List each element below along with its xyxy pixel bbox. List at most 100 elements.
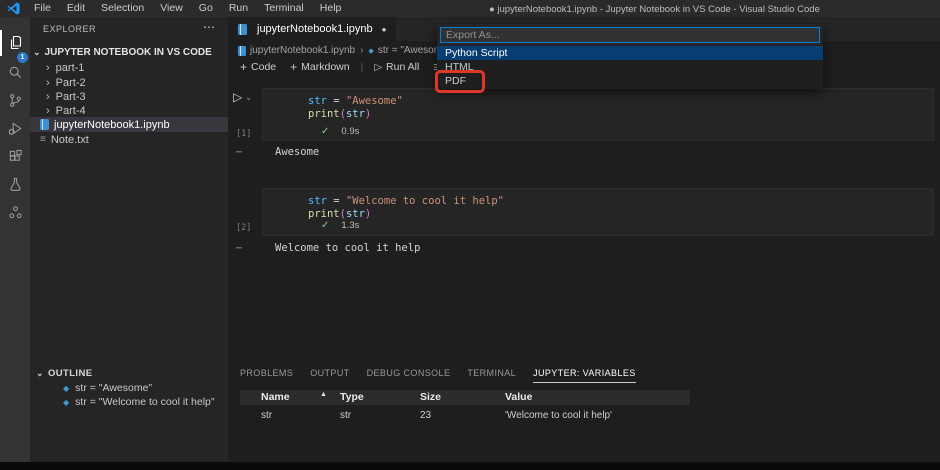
run-cell-button[interactable]: ▷ ⌄ [233, 90, 252, 104]
menu-help[interactable]: Help [312, 0, 350, 17]
sidebar-item-part-4[interactable]: › Part-4 [30, 103, 228, 118]
cell-duration: 1.3s [341, 220, 360, 231]
cell-status: ✓ 1.3s [321, 220, 359, 231]
outline-section-header[interactable]: ⌄ OUTLINE [36, 368, 92, 379]
column-name[interactable]: Name [261, 391, 290, 403]
code-line: print(str) [308, 208, 372, 220]
cell-output: ⋯ Welcome to cool it help [228, 242, 420, 254]
folder-label: Part-4 [55, 104, 86, 117]
symbol-variable-icon: ◆ [63, 383, 70, 393]
cell-duration: 0.9s [341, 126, 360, 137]
column-type[interactable]: Type [340, 391, 364, 403]
window-title: ● jupyterNotebook1.ipynb - Jupyter Noteb… [489, 4, 820, 15]
column-size[interactable]: Size [420, 391, 441, 403]
sidebar-item-note-txt[interactable]: ≡ Note.txt [30, 132, 228, 147]
option-python-script[interactable]: Python Script [437, 46, 823, 60]
menu-view[interactable]: View [152, 0, 191, 17]
code-line: str = "Awesome" [308, 95, 403, 107]
folder-label: part-1 [55, 61, 85, 74]
output-text: Welcome to cool it help [275, 242, 421, 254]
symbol-variable-icon: ◆ [368, 47, 374, 55]
explorer-badge: 1 [17, 52, 28, 63]
chevron-down-icon: ⌄ [245, 92, 252, 102]
output-more-icon[interactable]: ⋯ [236, 147, 243, 158]
add-markdown-cell-button[interactable]: + Markdown [283, 60, 356, 74]
outline-item-awesome[interactable]: ◆ str = "Awesome" [63, 381, 152, 395]
menu-edit[interactable]: Edit [59, 0, 93, 17]
code-line: print(str) [308, 108, 372, 120]
code-cell-1[interactable]: str = "Awesome" print(str) [262, 88, 934, 141]
menu-file[interactable]: File [26, 0, 59, 17]
pdf-annotation-box [435, 70, 485, 93]
outline-item-welcome[interactable]: ◆ str = "Welcome to cool it help" [63, 395, 215, 409]
menu-go[interactable]: Go [191, 0, 221, 17]
workspace-folder[interactable]: ⌄ JUPYTER NOTEBOOK IN VS CODE [33, 45, 228, 59]
variables-table-row[interactable]: str str 23 'Welcome to cool it help' [240, 409, 690, 423]
bottom-panel: PROBLEMS OUTPUT DEBUG CONSOLE TERMINAL J… [228, 362, 940, 462]
chevron-right-icon: › [46, 90, 50, 103]
cell-status: ✓ 0.9s [321, 126, 359, 137]
check-icon: ✓ [321, 126, 330, 137]
explorer-icon[interactable]: 1 [0, 30, 30, 63]
quick-pick-list: Python Script HTML PDF [437, 46, 823, 89]
sidebar-item-part-3[interactable]: › Part-3 [30, 89, 228, 104]
tab-notebook[interactable]: jupyterNotebook1.ipynb ● [228, 17, 397, 41]
extensions-icon[interactable] [0, 143, 30, 169]
chevron-down-icon: ⌄ [36, 368, 44, 378]
run-all-button[interactable]: ▷ Run All [367, 61, 426, 73]
tab-label: jupyterNotebook1.ipynb [257, 23, 373, 35]
explorer-title: EXPLORER [43, 24, 97, 34]
tab-jupyter-variables[interactable]: JUPYTER: VARIABLES [533, 368, 636, 383]
cell-output: ⋯ Awesome [228, 146, 319, 158]
file-label: jupyterNotebook1.ipynb [54, 118, 170, 131]
testing-icon[interactable] [0, 171, 30, 197]
sort-ascending-icon[interactable]: ▲ [320, 391, 327, 398]
search-icon[interactable] [0, 59, 30, 85]
output-text: Awesome [275, 146, 320, 158]
var-type: str [340, 410, 352, 421]
notebook-file-icon [40, 119, 49, 130]
export-as-input[interactable] [440, 27, 820, 43]
letterbox-strip [0, 462, 940, 470]
add-code-cell-button[interactable]: + Code [233, 60, 283, 74]
play-icon: ▷ [233, 90, 243, 104]
var-name: str [261, 410, 273, 421]
menu-bar: File Edit Selection View Go Run Terminal… [26, 0, 349, 17]
output-more-icon[interactable]: ⋯ [236, 243, 243, 254]
plus-icon: + [240, 60, 248, 74]
tab-problems[interactable]: PROBLEMS [240, 368, 293, 383]
chevron-down-icon: ⌄ [33, 46, 41, 57]
more-actions-icon[interactable]: ⋯ [203, 20, 215, 34]
symbol-variable-icon: ◆ [63, 397, 70, 407]
title-bar: File Edit Selection View Go Run Terminal… [0, 0, 940, 17]
play-icon: ▷ [374, 61, 383, 73]
activity-bar: 1 [0, 17, 30, 462]
menu-selection[interactable]: Selection [93, 0, 152, 17]
notebook-file-icon [238, 23, 247, 35]
sidebar-item-part-2[interactable]: › Part-2 [30, 75, 228, 90]
modified-dot-icon[interactable]: ● [382, 25, 387, 34]
tab-output[interactable]: OUTPUT [310, 368, 349, 383]
plus-icon: + [290, 60, 298, 74]
menu-run[interactable]: Run [221, 0, 256, 17]
notebook-file-icon [238, 45, 246, 56]
sidebar-item-part-1[interactable]: › part-1 [30, 60, 228, 75]
code-cell-2[interactable]: str = "Welcome to cool it help" print(st… [262, 188, 934, 236]
sidebar-item-notebook[interactable]: jupyterNotebook1.ipynb [30, 117, 228, 132]
option-pdf[interactable]: PDF [437, 74, 823, 88]
column-value[interactable]: Value [505, 391, 532, 403]
panel-tab-bar: PROBLEMS OUTPUT DEBUG CONSOLE TERMINAL J… [240, 368, 636, 383]
chevron-right-icon: › [46, 61, 50, 74]
tab-debug-console[interactable]: DEBUG CONSOLE [367, 368, 451, 383]
chevron-right-icon: › [46, 104, 50, 117]
run-debug-icon[interactable] [0, 115, 30, 141]
tab-terminal[interactable]: TERMINAL [467, 368, 516, 383]
folder-label: Part-2 [55, 76, 86, 89]
source-control-icon[interactable] [0, 87, 30, 113]
menu-terminal[interactable]: Terminal [256, 0, 312, 17]
variables-table-header: Name ▲ Type Size Value [240, 390, 690, 405]
breadcrumb-file[interactable]: jupyterNotebook1.ipynb [250, 45, 355, 56]
circles-icon[interactable] [0, 199, 30, 225]
sidebar-explorer: EXPLORER ⋯ ⌄ JUPYTER NOTEBOOK IN VS CODE… [30, 17, 228, 462]
option-html[interactable]: HTML [437, 60, 823, 74]
